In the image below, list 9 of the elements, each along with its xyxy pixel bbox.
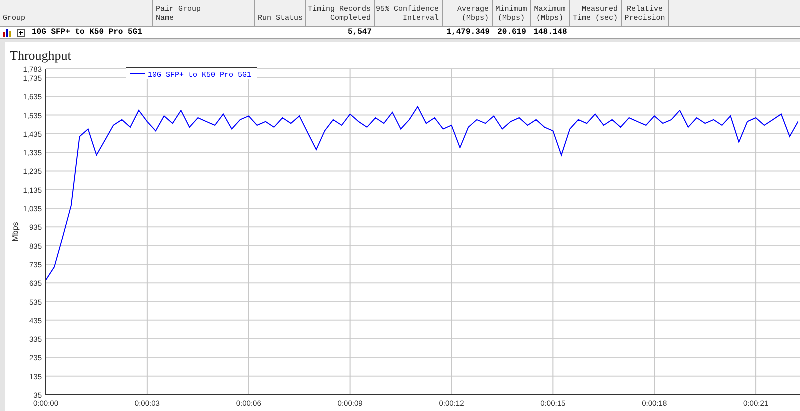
- table-cell: 5,547: [348, 26, 372, 38]
- expand-icon[interactable]: [17, 28, 25, 36]
- axis-title: Mbps: [11, 222, 20, 242]
- table-cell: 148.148: [534, 26, 568, 38]
- bar-chart-icon: [3, 28, 11, 36]
- table-cell: 20.619: [498, 26, 526, 38]
- chart-title: Throughput: [10, 48, 72, 63]
- table-cell: 1,479.349: [446, 26, 490, 38]
- table-cell: 10G SFP+ to K50 Pro 5G1: [32, 26, 142, 38]
